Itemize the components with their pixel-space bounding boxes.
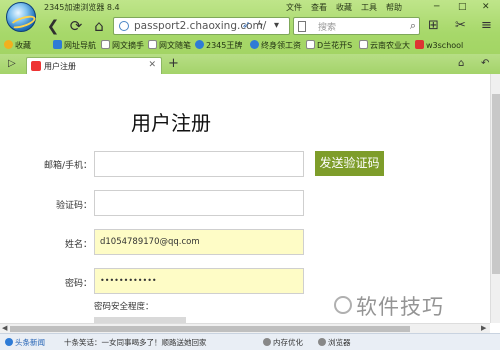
email-label: 邮箱/手机： bbox=[43, 161, 92, 171]
page-icon bbox=[306, 40, 315, 49]
horizontal-scrollbar[interactable]: ◀ ▶ bbox=[0, 323, 490, 333]
name-label: 姓名： bbox=[64, 240, 92, 250]
globe-icon bbox=[195, 40, 204, 49]
window-title: 2345加速浏览器 8.4 bbox=[44, 3, 120, 12]
close-tab-icon[interactable]: ✕ bbox=[148, 60, 156, 70]
bookmarks-bar: 收藏 网址导航 网文摘手 网文随笔 2345王牌 终身领工资 D兰花开S 云南农… bbox=[0, 38, 500, 54]
bookmark-item[interactable]: 网文摘手 bbox=[101, 40, 144, 51]
vertical-scrollbar[interactable] bbox=[490, 74, 500, 323]
address-bar[interactable]: passport2.chaoxing.com/ ➶ ϟ ▾ bbox=[113, 17, 290, 35]
menu-help[interactable]: 帮助 bbox=[386, 2, 402, 13]
page-content: 用户注册 邮箱/手机： 发送验证码 验证码： 姓名： d1054789170@q… bbox=[0, 74, 490, 323]
search-icon[interactable]: ⌕ bbox=[410, 19, 416, 33]
bookmark-item[interactable]: D兰花开S bbox=[306, 40, 352, 51]
trash-icon[interactable]: ⌂ bbox=[458, 58, 464, 69]
browser-icon bbox=[318, 338, 326, 346]
star-icon bbox=[4, 40, 13, 49]
lightning-icon[interactable]: ϟ bbox=[257, 20, 264, 31]
rocket-icon[interactable]: ➶ bbox=[242, 20, 250, 31]
status-bar: 头条新闻 十条笑话：一女同事喝多了！顺路送她回家 内存优化 浏览器 bbox=[0, 333, 500, 350]
code-field[interactable] bbox=[94, 190, 304, 216]
browser-chrome: 2345加速浏览器 8.4 文件 查看 收藏 工具 帮助 ─ □ ✕ ❮ ⟳ ⌂… bbox=[0, 0, 500, 74]
grid-icon[interactable]: ⊞ bbox=[428, 17, 439, 35]
watermark-logo-icon bbox=[334, 296, 352, 314]
bookmark-item[interactable]: 云南农业大 bbox=[359, 40, 410, 51]
optimize-icon bbox=[263, 338, 271, 346]
tab-register[interactable]: 用户注册 ✕ bbox=[26, 57, 162, 74]
page-icon bbox=[359, 40, 368, 49]
news-icon bbox=[5, 338, 13, 346]
code-label: 验证码： bbox=[55, 201, 92, 211]
home-icon[interactable]: ⌂ bbox=[90, 17, 108, 35]
name-field[interactable]: d1054789170@qq.com bbox=[94, 229, 304, 255]
news-headline[interactable]: 十条笑话：一女同事喝多了！顺路送她回家 bbox=[64, 337, 207, 348]
search-engine-icon[interactable] bbox=[298, 21, 306, 32]
refresh-icon[interactable]: ⟳ bbox=[67, 17, 85, 35]
dropdown-icon[interactable]: ▾ bbox=[274, 20, 279, 31]
password-field[interactable]: •••••••••••• bbox=[94, 268, 304, 294]
bookmark-favorites[interactable]: 收藏 bbox=[4, 40, 31, 51]
scissors-icon[interactable]: ✂ bbox=[455, 17, 466, 35]
memory-optimize-button[interactable]: 内存优化 bbox=[263, 337, 303, 348]
bookmark-item[interactable]: 网文随笔 bbox=[148, 40, 191, 51]
send-code-button[interactable]: 发送验证码 bbox=[315, 151, 384, 176]
minimize-button[interactable]: ─ bbox=[434, 1, 439, 13]
menu-tools[interactable]: 工具 bbox=[361, 2, 377, 13]
page-icon bbox=[148, 40, 157, 49]
close-window-button[interactable]: ✕ bbox=[482, 1, 490, 13]
home-icon bbox=[53, 40, 62, 49]
search-placeholder: 搜索 bbox=[318, 23, 337, 33]
scroll-left-icon[interactable]: ◀ bbox=[2, 324, 7, 333]
scroll-right-icon[interactable]: ▶ bbox=[481, 324, 486, 333]
bookmark-item[interactable]: 2345王牌 bbox=[195, 40, 242, 51]
menu-favorites[interactable]: 收藏 bbox=[336, 2, 352, 13]
search-box[interactable]: 搜索 ⌕ bbox=[293, 17, 420, 35]
site-info-icon[interactable] bbox=[119, 21, 129, 31]
page-title: 用户注册 bbox=[131, 111, 211, 135]
bookmark-item[interactable]: 终身领工资 bbox=[250, 40, 301, 51]
w3-icon bbox=[415, 40, 424, 49]
maximize-button[interactable]: □ bbox=[458, 1, 467, 13]
undo-icon[interactable]: ↶ bbox=[481, 58, 489, 69]
news-link[interactable]: 头条新闻 bbox=[5, 337, 45, 348]
title-bar: 2345加速浏览器 8.4 文件 查看 收藏 工具 帮助 ─ □ ✕ bbox=[0, 0, 500, 14]
tab-label: 用户注册 bbox=[44, 62, 76, 71]
bookmark-item[interactable]: 网址导航 bbox=[53, 40, 96, 51]
back-icon[interactable]: ❮ bbox=[44, 17, 62, 35]
password-strength-label: 密码安全程度： bbox=[94, 302, 154, 312]
menu-file[interactable]: 文件 bbox=[286, 2, 302, 13]
accelerate-button[interactable]: 浏览器 bbox=[318, 337, 351, 348]
horizontal-scroll-thumb[interactable] bbox=[10, 326, 410, 332]
bookmark-item[interactable]: w3school bbox=[415, 40, 463, 50]
vertical-scroll-thumb[interactable] bbox=[492, 94, 500, 274]
page-icon bbox=[101, 40, 110, 49]
watermark-text: 软件技巧 bbox=[356, 295, 444, 319]
new-tab-icon[interactable]: + bbox=[168, 57, 179, 70]
favicon-icon bbox=[31, 61, 41, 71]
menu-view[interactable]: 查看 bbox=[311, 2, 327, 13]
globe-icon bbox=[250, 40, 259, 49]
tab-bar: ▷ 用户注册 ✕ + ⌂ ↶ bbox=[0, 54, 500, 74]
navigation-bar: ❮ ⟳ ⌂ passport2.chaoxing.com/ ➶ ϟ ▾ 搜索 ⌕… bbox=[0, 14, 500, 38]
password-label: 密码： bbox=[64, 279, 92, 289]
browser-logo bbox=[6, 2, 36, 32]
menu-icon[interactable]: ≡ bbox=[481, 17, 492, 35]
email-field[interactable] bbox=[94, 151, 304, 177]
sidebar-toggle-icon[interactable]: ▷ bbox=[8, 58, 16, 69]
